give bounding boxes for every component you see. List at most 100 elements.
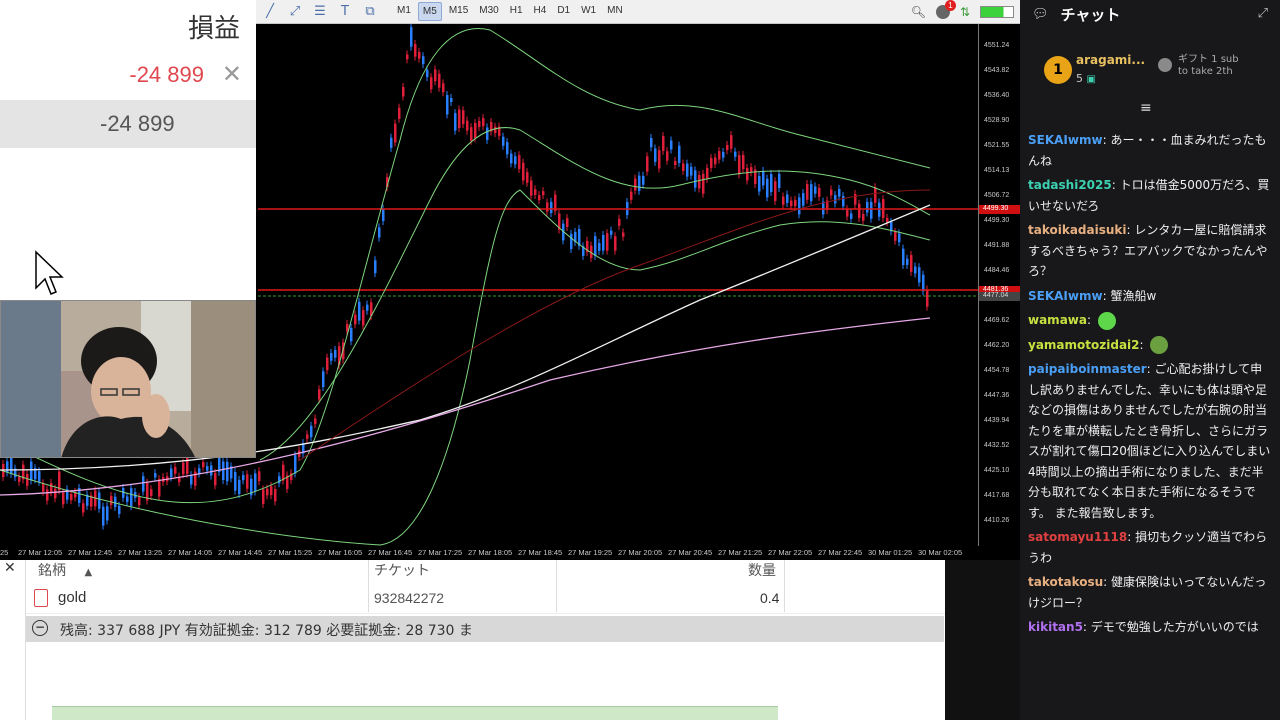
time-tick-label: 27 Mar 12:05 bbox=[18, 548, 63, 557]
candle-body bbox=[674, 160, 677, 166]
candle-body bbox=[98, 492, 101, 509]
search-icon[interactable]: 🔍︎ bbox=[911, 5, 926, 19]
chat-username[interactable]: SEKAIwmw bbox=[1028, 133, 1103, 147]
candle-body bbox=[770, 173, 773, 192]
notification-badge: 1 bbox=[944, 0, 956, 11]
position-row[interactable]: gold 932842272 0.4 bbox=[26, 582, 945, 614]
candle-body bbox=[30, 461, 33, 481]
collapse-icon[interactable]: − bbox=[32, 620, 48, 636]
account-summary-text: 残高: 337 688 JPY 有効証拠金: 312 789 必要証拠金: 28… bbox=[60, 623, 473, 639]
timeframe-h4[interactable]: H4 bbox=[530, 2, 551, 21]
notification-icon[interactable]: 1 bbox=[935, 0, 956, 19]
candle-body bbox=[618, 218, 621, 226]
candle-body bbox=[274, 489, 277, 502]
volume-column-header[interactable]: 数量 bbox=[748, 560, 776, 582]
chat-username[interactable]: kikitan5 bbox=[1028, 620, 1083, 634]
close-position-icon[interactable]: ✕ bbox=[222, 60, 242, 88]
shapes-tool-icon[interactable]: ⧉ bbox=[359, 2, 381, 22]
time-tick-label: 27 Mar 20:45 bbox=[668, 548, 713, 557]
candle-body bbox=[58, 471, 61, 491]
candle-body bbox=[810, 184, 813, 202]
candle-body bbox=[698, 174, 701, 189]
price-tick-label: 4543.82 bbox=[984, 67, 1010, 74]
chat-username[interactable]: takoikadaisuki bbox=[1028, 223, 1127, 237]
timeframe-m30[interactable]: M30 bbox=[475, 2, 502, 21]
candle-body bbox=[850, 213, 853, 219]
candle-body bbox=[474, 122, 477, 139]
chat-message-text: 蟹漁船w bbox=[1110, 288, 1157, 303]
leader-name: aragami... bbox=[1076, 53, 1146, 67]
chat-message: SEKAIwmw: あー・・・血まみれだったもんね bbox=[1028, 133, 1267, 168]
candle-body bbox=[630, 191, 633, 200]
candle-body bbox=[778, 173, 781, 189]
browser-tab-strip[interactable] bbox=[52, 706, 778, 720]
timeframe-m5[interactable]: M5 bbox=[417, 2, 442, 21]
candle-body bbox=[518, 155, 521, 170]
ticket-column-header[interactable]: チケット bbox=[374, 560, 430, 582]
timeframe-m15[interactable]: M15 bbox=[445, 2, 472, 21]
text-tool-icon[interactable]: T bbox=[334, 2, 356, 22]
price-tick-label: 4536.40 bbox=[984, 92, 1010, 99]
timeframe-selector: M1 M5 M15 M30 H1 H4 D1 W1 MN bbox=[393, 2, 630, 21]
candle-body bbox=[158, 479, 161, 497]
line-tool-icon[interactable]: ╱ bbox=[259, 2, 281, 22]
chat-username[interactable]: takotakosu bbox=[1028, 575, 1103, 589]
candle-body bbox=[478, 120, 481, 127]
chat-username[interactable]: paipaiboinmaster bbox=[1028, 362, 1147, 376]
candle-body bbox=[26, 473, 29, 486]
candle-body bbox=[442, 83, 445, 93]
candle-body bbox=[198, 468, 201, 474]
candle-body bbox=[70, 493, 73, 501]
candle-body bbox=[202, 462, 205, 468]
fibonacci-tool-icon[interactable]: ☰ bbox=[309, 2, 331, 22]
timeframe-w1[interactable]: W1 bbox=[577, 2, 600, 21]
candle-body bbox=[406, 54, 409, 60]
emote-icon bbox=[1150, 336, 1169, 354]
candle-body bbox=[622, 232, 625, 237]
price-tick-label: 4521.55 bbox=[984, 142, 1010, 149]
popout-chat-icon[interactable]: ⤢ bbox=[1258, 6, 1268, 21]
candle-body bbox=[606, 233, 609, 251]
gift-icon: ▣ bbox=[1086, 74, 1096, 85]
candle-body bbox=[862, 214, 865, 221]
price-tick-label: 4410.26 bbox=[984, 517, 1010, 524]
candle-body bbox=[18, 476, 21, 482]
price-tick-label: 4551.24 bbox=[984, 42, 1010, 49]
price-level-tag: 4477.04 bbox=[979, 292, 1021, 301]
candle-body bbox=[782, 196, 785, 205]
time-tick-label: 27 Mar 18:05 bbox=[468, 548, 513, 557]
timeframe-m1[interactable]: M1 bbox=[393, 2, 415, 21]
chat-username[interactable]: SEKAIwmw bbox=[1028, 289, 1103, 303]
chat-filter-icon[interactable]: ≡ bbox=[1140, 100, 1152, 116]
candle-body bbox=[438, 73, 441, 88]
candle-body bbox=[774, 181, 777, 201]
candle-body bbox=[262, 489, 265, 504]
candle-body bbox=[42, 483, 45, 492]
candle-body bbox=[226, 461, 229, 482]
time-tick-label: 27 Mar 21:25 bbox=[718, 548, 763, 557]
candle-body bbox=[258, 471, 261, 482]
timeframe-h1[interactable]: H1 bbox=[506, 2, 527, 21]
trend-tool-icon[interactable]: ⤢ bbox=[284, 2, 306, 22]
chat-username[interactable]: wamawa bbox=[1028, 313, 1087, 327]
candle-body bbox=[594, 236, 597, 256]
candle-body bbox=[182, 462, 185, 475]
candle-body bbox=[886, 217, 889, 223]
timeframe-d1[interactable]: D1 bbox=[553, 2, 574, 21]
candle-body bbox=[534, 189, 537, 195]
candle-body bbox=[254, 473, 257, 492]
timeframe-mn[interactable]: MN bbox=[603, 2, 627, 21]
candle-body bbox=[714, 157, 717, 165]
candle-body bbox=[746, 167, 749, 181]
chat-username[interactable]: yamamotozidai2 bbox=[1028, 338, 1140, 352]
candle-body bbox=[190, 475, 193, 485]
close-panel-icon[interactable]: ✕ bbox=[4, 560, 16, 576]
candle-body bbox=[838, 188, 841, 197]
pnl-header: 損益 bbox=[187, 14, 240, 44]
candle-body bbox=[502, 136, 505, 146]
time-tick-label: 27 Mar 14:45 bbox=[218, 548, 263, 557]
symbol-column-header[interactable]: 銘柄 ▲ bbox=[38, 560, 92, 582]
chat-username[interactable]: satomayu1118 bbox=[1028, 530, 1127, 544]
candle-body bbox=[610, 230, 613, 235]
chat-username[interactable]: tadashi2025 bbox=[1028, 178, 1112, 192]
